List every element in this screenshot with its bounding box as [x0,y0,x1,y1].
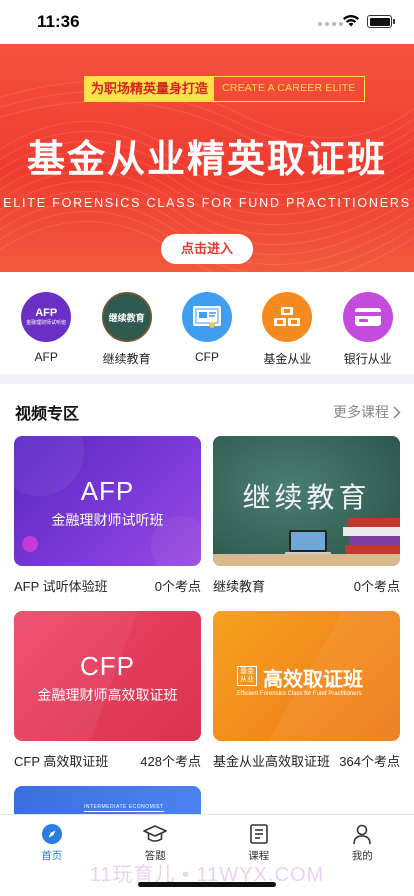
course-meta: CFP 高效取证班 428个考点 [14,751,201,770]
thumb-title: AFP [80,476,135,506]
category-label: 继续教育 [102,352,151,366]
chalkboard-text: 继续教育 [108,312,145,323]
category-label: 基金从业 [263,352,312,366]
person-icon [353,824,372,845]
afp-badge-title: AFP [35,307,58,319]
course-name: CFP 高效取证班 [14,754,109,769]
course-count: 364个考点 [339,754,400,769]
banner-title: 基金从业精英取证班 [26,139,387,181]
thumb-subtitle: Efficient Forensics Class for Fund Pract… [237,691,362,697]
category-row: AFP 金融理财师试听班 AFP 继续教育 继续教育 CFP 基金从业 银行从业 [0,272,414,374]
course-meta: 继续教育 0个考点 [213,576,400,595]
thumb-title: CFP [80,651,135,681]
course-meta: AFP 试听体验班 0个考点 [14,576,201,595]
course-thumbnail: 继续教育 [213,436,400,566]
compass-icon [41,824,62,844]
category-bank[interactable]: 银行从业 [329,272,407,374]
promo-banner[interactable]: 为职场精英量身打造 CREATE A CAREER ELITE 基金从业精英取证… [0,44,414,272]
wifi-icon [343,15,359,27]
course-name: 继续教育 [213,579,266,594]
thumb-caption: INTERMEDIATE ECONOMIST [84,804,164,812]
afp-badge-sub: 金融理财师试听班 [26,320,67,326]
home-indicator [138,882,276,887]
chevron-right-icon [393,405,401,419]
banner-tag-en: CREATE A CAREER ELITE [222,82,356,94]
banner-tag: 为职场精英量身打造 CREATE A CAREER ELITE [84,76,365,102]
thumb-title: 继续教育 [242,481,371,514]
course-card-fund[interactable]: 基金从业 高效取证班 Efficient Forensics Class for… [213,611,400,770]
category-fund[interactable]: 基金从业 [248,272,326,374]
category-label: AFP [34,350,58,364]
category-cfp[interactable]: CFP [168,272,246,374]
chalkboard-icon: 继续教育 [101,292,152,342]
graduation-cap-icon [143,825,168,842]
section-title: 视频专区 [15,406,80,423]
status-time: 11:36 [37,12,80,31]
course-card-cfp[interactable]: CFP 金融理财师高效取证班 CFP 高效取证班 428个考点 [14,611,201,770]
more-courses-label: 更多课程 [333,404,389,420]
category-label: 银行从业 [343,352,392,366]
afp-badge-icon: AFP 金融理财师试听班 [21,292,72,342]
course-card-economist[interactable]: INTERMEDIATE ECONOMIST [14,786,201,814]
banner-tag-cn: 为职场精英量身打造 [85,77,215,101]
certificate-icon [181,292,232,342]
banner-enter-button[interactable]: 点击进入 [161,234,253,264]
course-meta: 基金从业高效取证班 364个考点 [213,751,400,770]
course-card-afp[interactable]: AFP 金融理财师试听班 AFP 试听体验班 0个考点 [14,436,201,595]
course-card-continuing-education[interactable]: 继续教育 继续教育 0个考点 [213,436,400,595]
category-label: CFP [194,350,219,364]
gold-bars-icon [262,292,313,342]
course-thumbnail: CFP 金融理财师高效取证班 [14,611,201,741]
banner-subtitle: ELITE FORENSICS CLASS FOR FUND PRACTITIO… [3,196,411,210]
category-afp[interactable]: AFP 金融理财师试听班 AFP [7,272,85,374]
course-count: 0个考点 [154,579,201,594]
book-icon [249,824,268,844]
course-thumbnail: 基金从业 高效取证班 Efficient Forensics Class for… [213,611,400,741]
thumb-title: 高效取证班 [263,669,363,691]
fund-logo: 基金从业 [237,666,257,686]
battery-icon [367,15,395,28]
more-courses-link[interactable]: 更多课程 [333,402,401,422]
course-thumbnail: AFP 金融理财师试听班 [14,436,201,566]
thumb-subtitle: 金融理财师高效取证班 [37,687,178,703]
section-header: 视频专区 更多课程 [15,400,401,424]
course-thumbnail: INTERMEDIATE ECONOMIST [14,786,201,814]
course-name: AFP 试听体验班 [14,579,108,594]
category-continuing-education[interactable]: 继续教育 继续教育 [88,272,166,374]
status-bar: 11:36 [0,0,414,44]
signal-icon [318,22,343,26]
course-name: 基金从业高效取证班 [213,754,331,769]
fund-logo-text: 基金从业 [240,668,254,683]
bank-card-icon [342,292,393,342]
thumb-subtitle: 金融理财师试听班 [51,512,164,528]
video-section: 视频专区 更多课程 AFP 金融理财师试听班 AFP 试听体验班 0个考点 继续… [0,384,414,814]
course-count: 0个考点 [353,579,400,594]
course-count: 428个考点 [140,754,201,769]
